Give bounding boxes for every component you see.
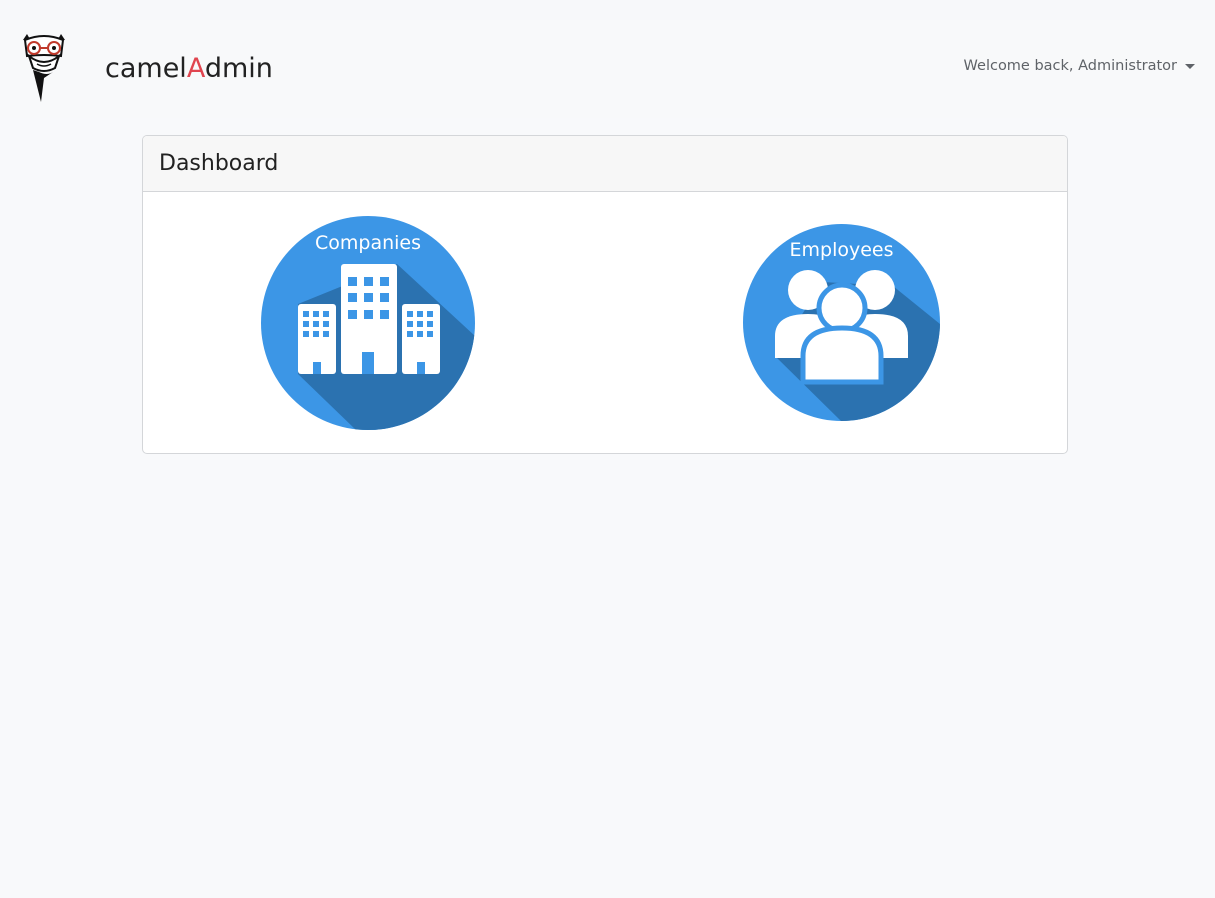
user-menu-label: Welcome back, Administrator — [963, 58, 1177, 74]
dashboard-card: Dashboard Companies Employees — [142, 135, 1068, 454]
navbar: camelAdmin Welcome back, Administrator — [0, 20, 1215, 118]
page-title: Dashboard — [159, 151, 279, 176]
employees-tile[interactable]: Employees — [743, 224, 940, 421]
camel-logo-icon[interactable] — [17, 34, 71, 102]
tile-label-companies: Companies — [314, 232, 421, 254]
user-menu-dropdown[interactable]: Welcome back, Administrator — [964, 58, 1195, 74]
brand-accent: A — [186, 53, 205, 84]
companies-tile[interactable]: Companies — [261, 216, 475, 430]
top-strip — [0, 0, 1215, 20]
card-header: Dashboard — [143, 136, 1067, 192]
brand-prefix: camel — [105, 53, 187, 84]
brand-suffix: dmin — [204, 53, 273, 84]
caret-down-icon — [1185, 63, 1195, 69]
brand-link[interactable]: camelAdmin — [105, 51, 273, 87]
tile-label-employees: Employees — [789, 239, 894, 261]
